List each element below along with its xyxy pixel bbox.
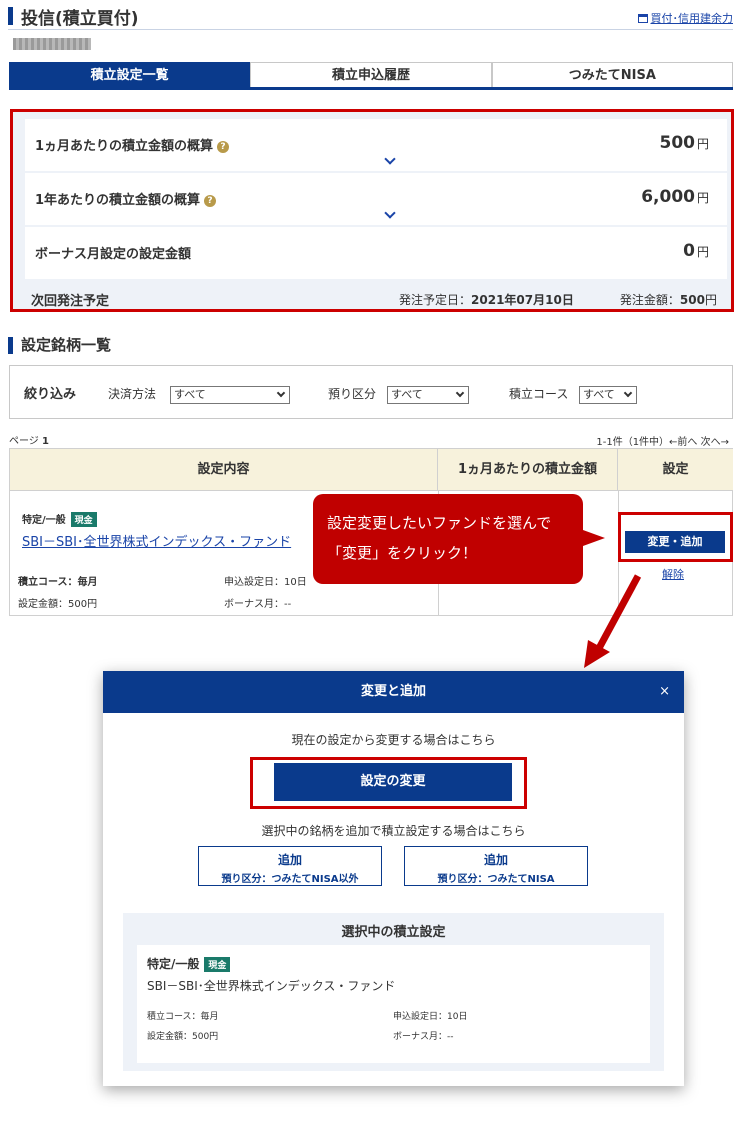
change-add-dialog: 変更と追加 × 現在の設定から変更する場合はこちら 設定の変更 選択中の銘柄を追… [103, 671, 684, 1086]
add-non-nisa-button[interactable]: 追加 預り区分：つみたてNISA以外 [198, 846, 382, 886]
selected-bonus: ボーナス月：-- [393, 1032, 454, 1042]
arrow-shaft [593, 574, 642, 654]
add-nisa-title: 追加 [483, 853, 508, 867]
selected-course: 積立コース：毎月 [147, 1012, 219, 1022]
add-nisa-button[interactable]: 追加 預り区分：つみたてNISA [404, 846, 588, 886]
highlight-frame [250, 757, 527, 809]
change-instruction: 現在の設定から変更する場合はこちら [291, 733, 496, 747]
selected-fund-name: SBI－SBI･全世界株式インデックス・ファンド [147, 979, 396, 993]
add-non-nisa-sub: 預り区分：つみたてNISA以外 [221, 874, 359, 885]
selected-setting-panel: 選択中の積立設定 特定/一般 現金 SBI－SBI･全世界株式インデックス・ファン… [123, 913, 664, 1071]
dialog-title: 変更と追加 [103, 671, 684, 713]
selected-setting-card: 特定/一般 現金 SBI－SBI･全世界株式インデックス・ファンド 積立コース：毎… [137, 945, 650, 1063]
selected-account-type: 特定/一般 [147, 957, 200, 971]
close-icon[interactable]: × [659, 671, 670, 713]
add-instruction: 選択中の銘柄を追加で積立設定する場合はこちら [261, 824, 526, 838]
selected-amount: 設定金額：500円 [147, 1032, 219, 1042]
cash-badge: 現金 [204, 957, 231, 972]
add-non-nisa-title: 追加 [277, 853, 302, 867]
selected-setting-title: 選択中の積立設定 [341, 925, 446, 940]
selected-apply-day: 申込設定日：10日 [393, 1012, 468, 1022]
arrow-head-icon [584, 640, 610, 668]
add-nisa-sub: 預り区分：つみたてNISA [437, 874, 555, 885]
